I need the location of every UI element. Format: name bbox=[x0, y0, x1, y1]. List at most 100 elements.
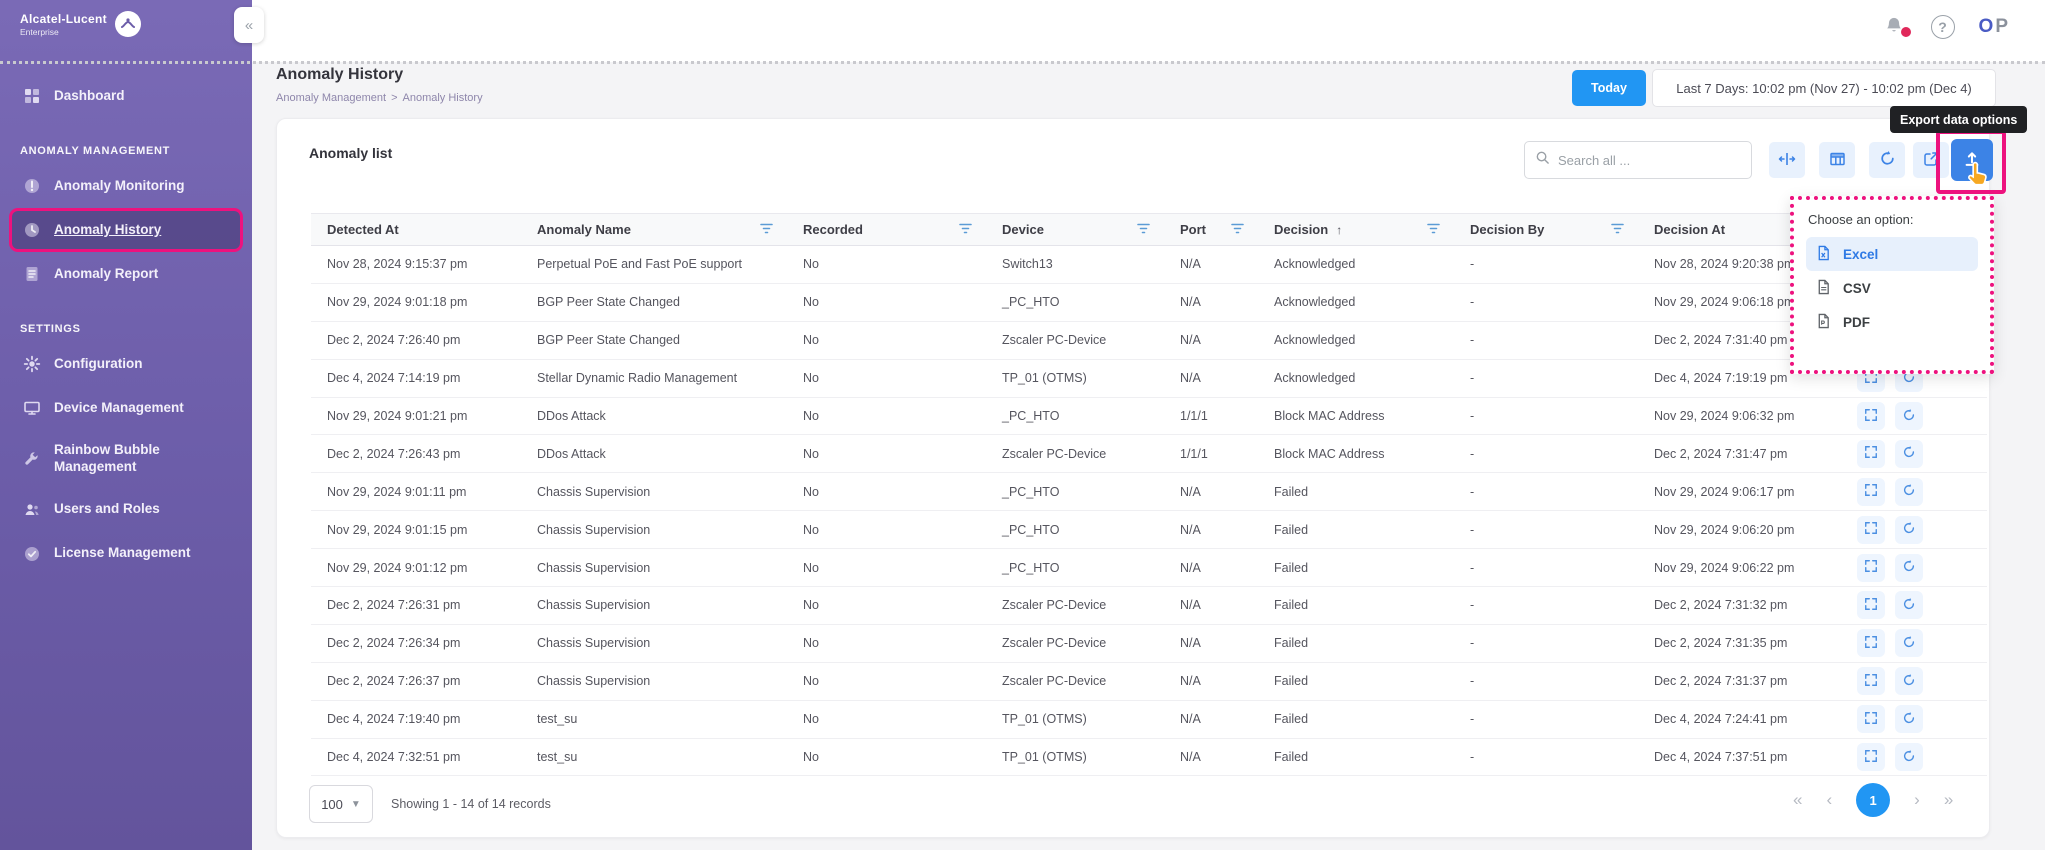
table-row[interactable]: Dec 2, 2024 7:26:34 pm Chassis Supervisi… bbox=[311, 624, 1987, 663]
expand-icon bbox=[1864, 483, 1878, 500]
cell-actions bbox=[1841, 434, 1987, 474]
cell-decision-by: - bbox=[1454, 738, 1638, 777]
export-data-button[interactable] bbox=[1951, 139, 1993, 181]
expand-row-button[interactable] bbox=[1857, 705, 1885, 734]
cell-anomaly-name: Chassis Supervision bbox=[521, 662, 787, 701]
expand-row-button[interactable] bbox=[1857, 439, 1885, 468]
table-row[interactable]: Nov 29, 2024 9:01:11 pm Chassis Supervis… bbox=[311, 472, 1987, 512]
table-row[interactable]: Dec 4, 2024 7:32:51 pm test_su No TP_01 … bbox=[311, 738, 1987, 777]
sidebar-item-anomaly-monitoring[interactable]: Anomaly Monitoring bbox=[12, 167, 240, 205]
replay-row-button[interactable] bbox=[1895, 591, 1923, 620]
help-button[interactable]: ? bbox=[1930, 15, 1955, 39]
replay-row-button[interactable] bbox=[1895, 553, 1923, 582]
open-in-new-button[interactable] bbox=[1913, 142, 1949, 178]
table-row[interactable]: Dec 4, 2024 7:19:40 pm test_su No TP_01 … bbox=[311, 700, 1987, 739]
export-option-excel[interactable]: Excel bbox=[1806, 237, 1978, 271]
user-avatar[interactable]: OP bbox=[1979, 16, 2010, 38]
expand-row-button[interactable] bbox=[1857, 402, 1885, 430]
table-row[interactable]: Nov 29, 2024 9:01:15 pm Chassis Supervis… bbox=[311, 510, 1987, 550]
cell-decision: Acknowledged bbox=[1258, 283, 1454, 322]
cell-detected-at: Nov 28, 2024 9:15:37 pm bbox=[311, 245, 521, 284]
column-header-detected-at[interactable]: Detected At bbox=[311, 213, 521, 246]
sidebar-item-anomaly-history[interactable]: Anomaly History bbox=[12, 211, 240, 249]
table-row[interactable]: Dec 2, 2024 7:26:40 pm BGP Peer State Ch… bbox=[311, 321, 1987, 360]
sidebar-item-license-management[interactable]: License Management bbox=[12, 535, 240, 573]
cell-decision-by: - bbox=[1454, 662, 1638, 701]
table-row[interactable]: Dec 2, 2024 7:26:31 pm Chassis Supervisi… bbox=[311, 586, 1987, 625]
filter-icon[interactable] bbox=[1427, 222, 1440, 237]
search-input[interactable] bbox=[1558, 152, 1741, 168]
replay-row-button[interactable] bbox=[1895, 439, 1923, 468]
replay-row-button[interactable] bbox=[1895, 705, 1923, 734]
date-range-picker[interactable]: Last 7 Days: 10:02 pm (Nov 27) - 10:02 p… bbox=[1652, 69, 1996, 107]
cell-detected-at: Dec 2, 2024 7:26:43 pm bbox=[311, 434, 521, 474]
first-page-button[interactable]: « bbox=[1793, 790, 1802, 810]
table-row[interactable]: Nov 29, 2024 9:01:12 pm Chassis Supervis… bbox=[311, 548, 1987, 588]
expand-row-button[interactable] bbox=[1857, 477, 1885, 506]
sidebar-collapse-button[interactable]: « bbox=[234, 7, 264, 43]
cell-device: Zscaler PC-Device bbox=[986, 662, 1164, 701]
table-row[interactable]: Nov 28, 2024 9:15:37 pm Perpetual PoE an… bbox=[311, 245, 1987, 284]
filter-icon[interactable] bbox=[1611, 222, 1624, 237]
sidebar-group-settings: SETTINGS bbox=[20, 323, 81, 335]
sidebar-item-users-and-roles[interactable]: Users and Roles bbox=[12, 491, 240, 529]
expand-row-button[interactable] bbox=[1857, 629, 1885, 658]
excel-file-icon bbox=[1816, 245, 1831, 264]
cell-detected-at: Dec 4, 2024 7:32:51 pm bbox=[311, 738, 521, 777]
cell-actions bbox=[1841, 738, 1987, 777]
sidebar-item-configuration[interactable]: Configuration bbox=[12, 345, 240, 383]
table-row[interactable]: Dec 4, 2024 7:14:19 pm Stellar Dynamic R… bbox=[311, 359, 1987, 398]
filter-icon[interactable] bbox=[1137, 222, 1150, 237]
next-page-button[interactable]: › bbox=[1914, 790, 1920, 810]
today-button[interactable]: Today bbox=[1572, 70, 1646, 106]
cell-device: Zscaler PC-Device bbox=[986, 624, 1164, 663]
last-page-button[interactable]: » bbox=[1944, 790, 1953, 810]
notifications-button[interactable] bbox=[1883, 14, 1911, 40]
column-header-decision[interactable]: Decision ↑ bbox=[1258, 213, 1454, 246]
replay-row-button[interactable] bbox=[1895, 515, 1923, 544]
breadcrumb-parent[interactable]: Anomaly Management bbox=[276, 92, 386, 104]
export-option-pdf[interactable]: PDF bbox=[1806, 305, 1978, 339]
cell-decision-by: - bbox=[1454, 700, 1638, 739]
export-upload-icon bbox=[1963, 150, 1981, 171]
filter-icon[interactable] bbox=[760, 222, 773, 237]
filter-icon[interactable] bbox=[959, 222, 972, 237]
manage-columns-button[interactable] bbox=[1819, 142, 1855, 178]
table-row[interactable]: Nov 29, 2024 9:01:21 pm DDos Attack No _… bbox=[311, 397, 1987, 436]
column-header-recorded[interactable]: Recorded bbox=[787, 213, 986, 246]
table-row[interactable]: Nov 29, 2024 9:01:18 pm BGP Peer State C… bbox=[311, 283, 1987, 322]
replay-row-button[interactable] bbox=[1895, 743, 1923, 772]
cell-port: 1/1/1 bbox=[1164, 434, 1258, 474]
column-header-decision-by[interactable]: Decision By bbox=[1454, 213, 1638, 246]
table-row[interactable]: Dec 2, 2024 7:26:37 pm Chassis Supervisi… bbox=[311, 662, 1987, 701]
export-option-csv[interactable]: CSV bbox=[1806, 271, 1978, 305]
current-page-button[interactable]: 1 bbox=[1856, 783, 1891, 817]
replay-row-button[interactable] bbox=[1895, 667, 1923, 696]
sidebar-item-device-management[interactable]: Device Management bbox=[12, 389, 240, 427]
sidebar-item-dashboard[interactable]: Dashboard bbox=[12, 77, 240, 115]
sidebar-item-rainbow-bubble-management[interactable]: Rainbow Bubble Management bbox=[12, 433, 222, 485]
sidebar-item-label: Users and Roles bbox=[54, 501, 160, 517]
cell-actions bbox=[1841, 624, 1987, 663]
replay-row-button[interactable] bbox=[1895, 629, 1923, 658]
page-size-select[interactable]: 100 ▼ bbox=[309, 785, 373, 823]
fit-columns-button[interactable] bbox=[1769, 142, 1805, 178]
cell-decision-at: Dec 2, 2024 7:31:47 pm bbox=[1638, 434, 1841, 474]
column-header-anomaly-name[interactable]: Anomaly Name bbox=[521, 213, 787, 246]
column-header-port[interactable]: Port bbox=[1164, 213, 1258, 246]
expand-icon bbox=[1864, 749, 1878, 766]
table-row[interactable]: Dec 2, 2024 7:26:43 pm DDos Attack No Zs… bbox=[311, 434, 1987, 474]
sidebar-item-anomaly-report[interactable]: Anomaly Report bbox=[12, 255, 240, 293]
filter-icon[interactable] bbox=[1231, 222, 1244, 237]
column-header-device[interactable]: Device bbox=[986, 213, 1164, 246]
replay-row-button[interactable] bbox=[1895, 477, 1923, 506]
cell-actions bbox=[1841, 397, 1987, 436]
expand-row-button[interactable] bbox=[1857, 553, 1885, 582]
replay-row-button[interactable] bbox=[1895, 402, 1923, 430]
expand-row-button[interactable] bbox=[1857, 667, 1885, 696]
expand-row-button[interactable] bbox=[1857, 515, 1885, 544]
previous-page-button[interactable]: ‹ bbox=[1826, 790, 1832, 810]
expand-row-button[interactable] bbox=[1857, 743, 1885, 772]
expand-row-button[interactable] bbox=[1857, 591, 1885, 620]
refresh-button[interactable] bbox=[1869, 142, 1905, 178]
